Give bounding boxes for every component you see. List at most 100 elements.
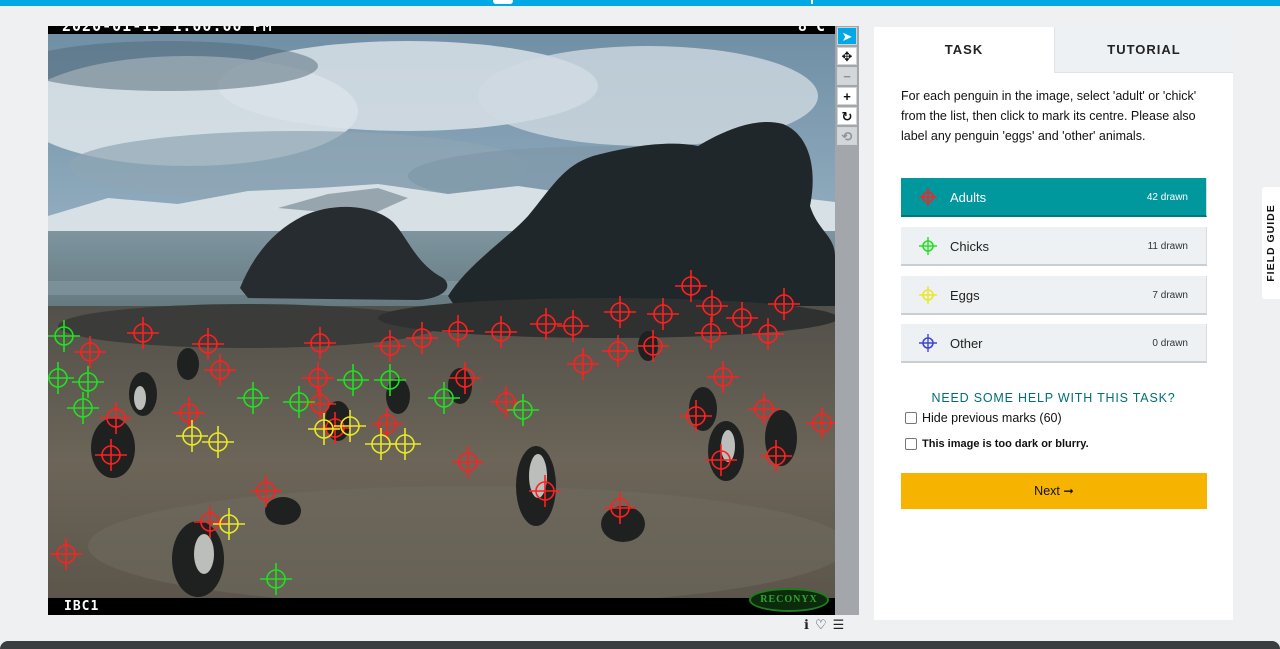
image-toolbar: ➤ ✥ − + ↻ ⟲ xyxy=(835,26,859,615)
adult-mark[interactable] xyxy=(95,439,127,471)
adult-mark[interactable] xyxy=(374,330,406,362)
egg-mark[interactable] xyxy=(176,420,208,452)
adult-mark[interactable] xyxy=(304,388,336,420)
chick-mark[interactable] xyxy=(428,382,460,414)
tab-task[interactable]: TASK xyxy=(874,27,1054,73)
nav-tick xyxy=(811,0,813,4)
crosshair-icon xyxy=(919,286,937,304)
subject-image-viewer[interactable]: 2020-01-13 1:00:00 PM 8°C IBC1 RECONYX xyxy=(48,26,835,615)
adult-mark[interactable] xyxy=(567,348,599,380)
tool-label: Other xyxy=(950,336,983,351)
adult-mark[interactable] xyxy=(760,440,792,472)
help-link[interactable]: NEED SOME HELP WITH THIS TASK? xyxy=(874,391,1233,405)
adult-mark[interactable] xyxy=(768,288,800,320)
zoom-out-icon[interactable]: − xyxy=(837,67,857,85)
bottom-edge xyxy=(0,641,1280,649)
move-icon[interactable]: ✥ xyxy=(837,47,857,65)
zoom-in-icon[interactable]: + xyxy=(837,87,857,105)
adult-mark[interactable] xyxy=(371,408,403,440)
adult-mark[interactable] xyxy=(127,317,159,349)
chick-mark[interactable] xyxy=(337,364,369,396)
checkbox-box[interactable] xyxy=(905,438,917,450)
adult-mark[interactable] xyxy=(449,362,481,394)
adult-mark[interactable] xyxy=(752,318,784,350)
adult-mark[interactable] xyxy=(726,302,758,334)
adult-mark[interactable] xyxy=(557,310,589,342)
chick-mark[interactable] xyxy=(48,362,74,394)
task-panel: TASK TUTORIAL For each penguin in the im… xyxy=(874,27,1233,620)
adult-mark[interactable] xyxy=(675,270,707,302)
adult-mark[interactable] xyxy=(748,393,780,425)
adult-mark[interactable] xyxy=(250,475,282,507)
adult-mark[interactable] xyxy=(530,308,562,340)
annotation-marks-layer[interactable] xyxy=(48,26,835,615)
adult-mark[interactable] xyxy=(705,444,737,476)
adult-mark[interactable] xyxy=(442,315,474,347)
adult-mark[interactable] xyxy=(173,397,205,429)
adult-mark[interactable] xyxy=(452,446,484,478)
adult-mark[interactable] xyxy=(490,386,522,418)
adult-mark[interactable] xyxy=(806,407,835,439)
chick-mark[interactable] xyxy=(67,392,99,424)
tool-count: 42 drawn xyxy=(1146,192,1188,203)
egg-mark[interactable] xyxy=(334,410,366,442)
adult-mark[interactable] xyxy=(194,506,226,538)
adult-mark[interactable] xyxy=(602,335,634,367)
collections-icon[interactable]: ☰ xyxy=(833,617,845,633)
tool-label: Adults xyxy=(950,190,987,205)
field-guide-tab[interactable]: FIELD GUIDE xyxy=(1262,187,1280,299)
adult-mark[interactable] xyxy=(485,316,517,348)
tool-count: 11 drawn xyxy=(1147,241,1188,252)
too-dark-checkbox[interactable]: This image is too dark or blurry. xyxy=(905,438,1089,450)
adult-mark[interactable] xyxy=(680,400,712,432)
tool-other-button[interactable]: Other 0 drawn xyxy=(901,324,1207,363)
chick-mark[interactable] xyxy=(260,563,292,595)
adult-mark[interactable] xyxy=(529,475,561,507)
chick-mark[interactable] xyxy=(237,382,269,414)
reset-icon[interactable]: ⟲ xyxy=(837,127,857,145)
heart-icon[interactable]: ♡ xyxy=(815,617,827,633)
egg-mark[interactable] xyxy=(202,426,234,458)
tool-eggs-button[interactable]: Eggs 7 drawn xyxy=(901,276,1207,315)
chick-mark[interactable] xyxy=(48,320,80,352)
egg-mark[interactable] xyxy=(389,428,421,460)
chick-mark[interactable] xyxy=(507,394,539,426)
info-icon[interactable]: ℹ xyxy=(804,617,809,633)
nav-notch xyxy=(493,0,513,4)
hide-marks-label: Hide previous marks (60) xyxy=(922,411,1062,425)
next-button[interactable]: Next ➞ xyxy=(901,473,1207,509)
adult-mark[interactable] xyxy=(100,402,132,434)
checkbox-box[interactable] xyxy=(905,412,917,424)
subject-meta-icons: ℹ ♡ ☰ xyxy=(804,617,860,633)
tool-label: Chicks xyxy=(950,239,990,254)
hide-marks-checkbox[interactable]: Hide previous marks (60) xyxy=(905,411,1062,425)
adult-mark[interactable] xyxy=(707,361,739,393)
adult-mark[interactable] xyxy=(74,336,106,368)
rotate-icon[interactable]: ↻ xyxy=(837,107,857,125)
tab-tutorial[interactable]: TUTORIAL xyxy=(1054,27,1233,73)
tool-count: 7 drawn xyxy=(1152,290,1188,301)
crosshair-icon xyxy=(919,237,937,255)
task-tabs: TASK TUTORIAL xyxy=(874,27,1233,73)
adult-mark[interactable] xyxy=(647,298,679,330)
tool-count: 0 drawn xyxy=(1152,338,1188,349)
adult-mark[interactable] xyxy=(302,362,334,394)
tool-chicks-button[interactable]: Chicks 11 drawn xyxy=(901,227,1207,266)
chick-mark[interactable] xyxy=(374,364,406,396)
adult-mark[interactable] xyxy=(304,327,336,359)
chick-mark[interactable] xyxy=(283,386,315,418)
egg-mark[interactable] xyxy=(213,508,245,540)
adult-mark[interactable] xyxy=(604,296,636,328)
adult-mark[interactable] xyxy=(604,492,636,524)
too-dark-label: This image is too dark or blurry. xyxy=(922,438,1089,450)
chick-mark[interactable] xyxy=(72,366,104,398)
pointer-icon[interactable]: ➤ xyxy=(837,27,857,45)
crosshair-icon xyxy=(919,188,937,206)
adult-mark[interactable] xyxy=(406,322,438,354)
adult-mark[interactable] xyxy=(637,330,669,362)
adult-mark[interactable] xyxy=(50,538,82,570)
task-instructions: For each penguin in the image, select 'a… xyxy=(901,89,1197,143)
adult-mark[interactable] xyxy=(696,290,728,322)
adult-mark[interactable] xyxy=(695,317,727,349)
tool-adults-button[interactable]: Adults 42 drawn xyxy=(901,178,1207,217)
